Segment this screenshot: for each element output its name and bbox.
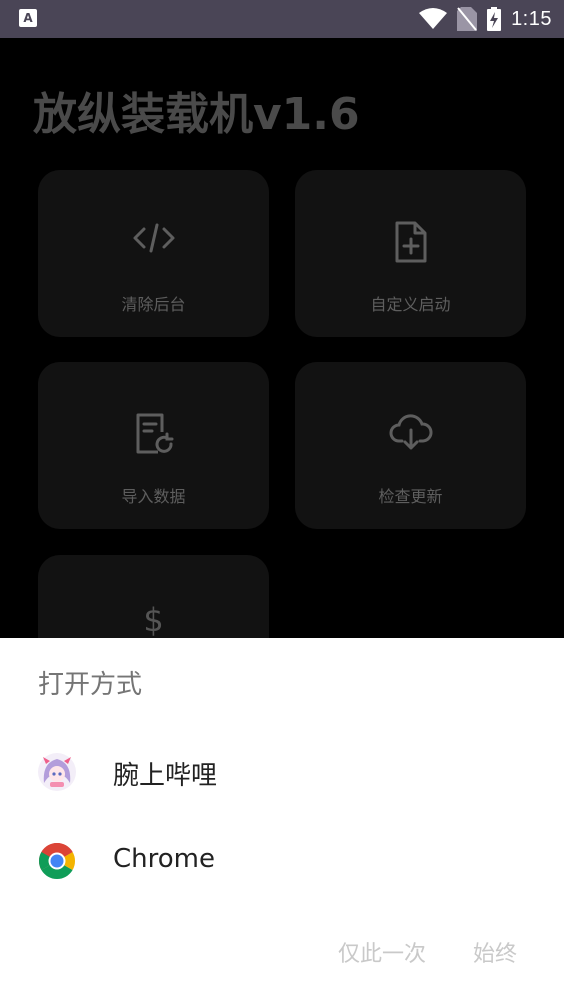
- app-option-label: 腕上哔哩: [113, 761, 218, 791]
- dollar-icon: $: [143, 601, 164, 638]
- chrome-icon: [38, 842, 76, 880]
- custom-launch-card[interactable]: 自定义启动: [295, 170, 526, 337]
- battery-charging-icon: [487, 7, 502, 31]
- no-sim-icon: [457, 7, 478, 31]
- status-bar: A 1:15: [0, 0, 564, 38]
- card-label: 导入数据: [121, 487, 186, 506]
- always-button[interactable]: 始终: [473, 936, 517, 968]
- app-option-wristbili[interactable]: 腕上哔哩: [0, 727, 564, 815]
- card-label: 自定义启动: [370, 295, 451, 314]
- anime-app-icon: [38, 753, 76, 791]
- code-icon: [132, 220, 176, 256]
- file-add-icon: [393, 220, 429, 264]
- page-title: 放纵装载机v1.6: [33, 89, 360, 140]
- card-label: 清除后台: [121, 295, 186, 314]
- status-bar-right: 1:15: [419, 4, 552, 34]
- clear-background-card[interactable]: 清除后台: [38, 170, 269, 337]
- app-screen: 放纵装载机v1.6 清除后台 自定义启动 导入数据 检查更新 $: [0, 38, 564, 638]
- import-data-card[interactable]: 导入数据: [38, 362, 269, 529]
- open-with-sheet: 打开方式 腕上哔哩 Chrome 仅此一次 始终: [0, 638, 564, 1002]
- wifi-icon: [419, 8, 448, 30]
- cloud-download-icon: [389, 412, 433, 452]
- app-option-label: Chrome: [113, 844, 215, 874]
- just-once-button[interactable]: 仅此一次: [338, 936, 426, 968]
- notification-icon: A: [19, 9, 37, 27]
- sheet-title: 打开方式: [38, 670, 143, 700]
- app-option-chrome[interactable]: Chrome: [0, 816, 564, 904]
- clock: 1:15: [511, 7, 552, 30]
- check-update-card[interactable]: 检查更新: [295, 362, 526, 529]
- card-label: 检查更新: [378, 487, 443, 506]
- donate-card[interactable]: $: [38, 555, 269, 638]
- document-refresh-icon: [134, 412, 174, 456]
